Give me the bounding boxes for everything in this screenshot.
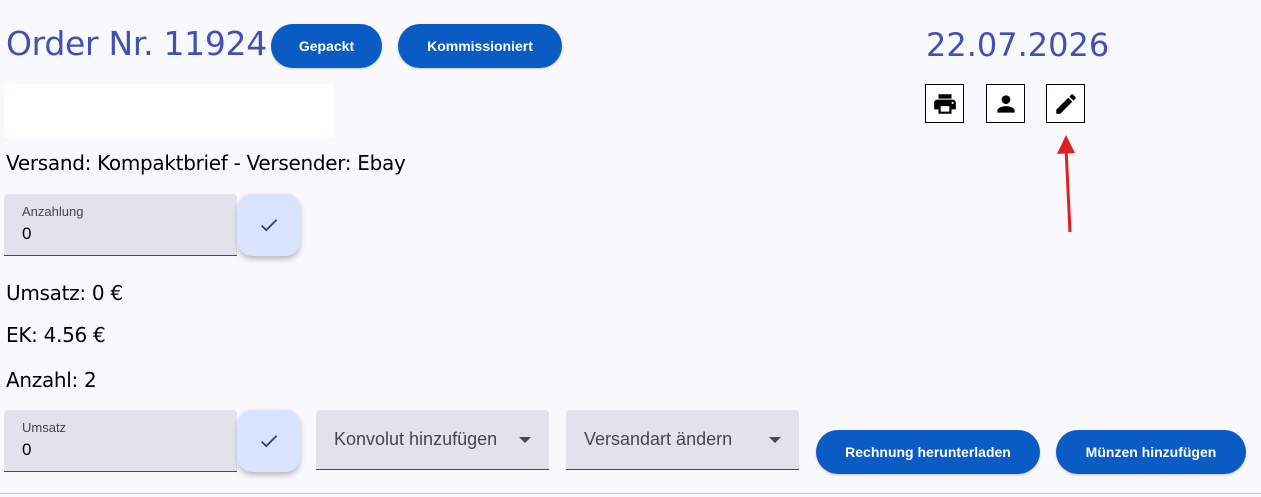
lot-select-label: Konvolut hinzufügen	[334, 429, 498, 449]
print-icon	[933, 93, 956, 114]
deposit-value[interactable]: 0	[22, 224, 31, 244]
print-button[interactable]	[925, 84, 964, 123]
shipping-info: Versand: Kompaktbrief - Versender: Ebay	[6, 151, 406, 175]
check-icon	[261, 219, 278, 232]
deposit-field[interactable]: Anzahlung 0	[4, 194, 237, 256]
lot-select[interactable]: Konvolut hinzufügen	[316, 410, 549, 470]
annotation-arrow	[1057, 135, 1075, 233]
picked-button[interactable]: Kommissioniert	[398, 24, 562, 68]
person-icon	[996, 94, 1015, 113]
order-date: 22.07.2026	[926, 26, 1110, 64]
check-icon	[261, 435, 278, 448]
confirm-deposit-button[interactable]	[238, 194, 300, 256]
ek-text: EK: 4.56 €	[6, 323, 106, 347]
revenue-value[interactable]: 0	[22, 440, 31, 460]
packed-button[interactable]: Gepackt	[271, 24, 382, 68]
customer-button[interactable]	[986, 84, 1025, 123]
divider	[0, 493, 1261, 494]
edit-icon	[1055, 93, 1076, 114]
dropdown-arrow-icon	[519, 437, 531, 443]
edit-button[interactable]	[1046, 84, 1085, 123]
page-title: Order Nr. 11924	[6, 24, 267, 63]
dropdown-arrow-icon	[769, 437, 781, 443]
add-coins-button[interactable]: Münzen hinzufügen	[1056, 430, 1246, 474]
revenue-label: Umsatz	[22, 420, 67, 435]
shipping-type-label: Versandart ändern	[584, 429, 733, 449]
customer-info-box	[4, 84, 333, 138]
count-text: Anzahl: 2	[6, 368, 97, 392]
deposit-label: Anzahlung	[22, 204, 84, 219]
confirm-revenue-button[interactable]	[238, 410, 300, 472]
shipping-type-select[interactable]: Versandart ändern	[566, 410, 799, 470]
download-invoice-button[interactable]: Rechnung herunterladen	[816, 430, 1040, 474]
revenue-field[interactable]: Umsatz 0	[4, 410, 237, 472]
revenue-text: Umsatz: 0 €	[6, 281, 123, 305]
